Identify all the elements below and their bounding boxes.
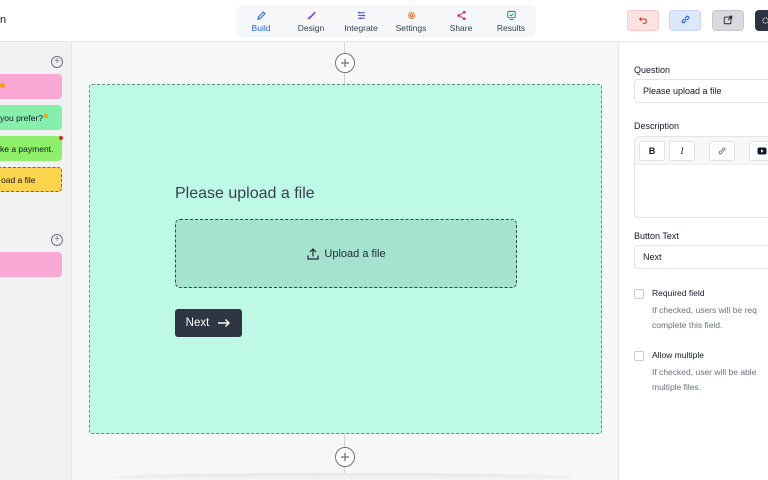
next-button[interactable]: Next [175,309,242,337]
required-label: Required field [652,288,705,298]
required-help: If checked, users will be req complete t… [652,305,757,330]
gear-icon [761,12,768,30]
format-toolbar: B I [635,137,768,165]
tab-label: Build [251,23,271,33]
preview-button[interactable] [712,10,744,31]
bold-icon: B [648,146,656,156]
tab-integrate[interactable]: Integrate [336,5,386,37]
allow-multiple-checkbox[interactable] [634,351,644,361]
copy-link-button[interactable] [669,10,701,31]
block-label: oad a file [1,174,36,185]
description-label: Description [634,121,680,131]
tab-results[interactable]: Results [486,5,536,37]
block-item[interactable] [0,74,62,99]
emoji-icon [44,114,48,118]
upload-dropzone[interactable]: Upload a file [175,219,517,288]
brush-icon [305,9,317,21]
pencil-icon [255,9,267,21]
block-label: ke a payment. [0,143,54,154]
upload-label: Upload a file [324,247,386,260]
next-block-shadow [113,473,573,480]
emoji-icon [0,83,5,88]
question-card[interactable]: Please upload a file Upload a file Next [89,84,602,434]
question-label: Question [634,65,671,75]
upload-icon [307,247,320,260]
add-block-above-button[interactable] [335,53,355,73]
tab-label: Design [297,23,325,33]
allow-multiple-label: Allow multiple [652,350,704,360]
required-marker [59,136,63,140]
plus-icon [341,59,349,67]
tab-design[interactable]: Design [286,5,336,37]
insert-video-button[interactable] [749,141,768,161]
tab-label: Settings [395,23,427,33]
tab-build[interactable]: Build [236,5,286,37]
block-label: you prefer? [0,112,43,123]
share-icon [455,9,467,21]
blocks-sidebar: + you prefer? ke a payment. oad a file + [0,43,72,480]
undo-icon [638,12,648,30]
results-icon [505,9,517,21]
sliders-icon [355,9,367,21]
tab-settings[interactable]: Settings [386,5,436,37]
add-block-below-button[interactable] [335,447,355,467]
connector-line [344,43,345,53]
tab-label: Integrate [344,23,378,33]
question-input[interactable]: Please upload a file [634,79,768,103]
link-icon [718,147,726,155]
connector-line [344,434,345,447]
description-editor[interactable]: B I [634,136,768,218]
block-item[interactable] [0,252,62,277]
tab-label: Results [496,23,526,33]
bold-button[interactable]: B [639,141,665,161]
brand-name: n [0,14,7,26]
question-title[interactable]: Please upload a file [175,185,315,203]
gear-icon [405,9,417,21]
required-checkbox[interactable] [634,289,644,299]
insert-link-button[interactable] [709,141,735,161]
external-link-icon [723,12,733,30]
allow-multiple-help: If checked, user will be able multiple f… [652,367,757,392]
settings-button[interactable] [755,10,768,31]
top-bar: n Build Design Integrate Settings Share … [0,0,768,42]
add-block-icon[interactable]: + [51,234,63,246]
form-canvas: Please upload a file Upload a file Next [73,43,617,480]
block-item[interactable]: you prefer? [0,105,62,130]
next-label: Next [185,317,210,329]
link-icon [680,12,691,30]
arrow-right-icon [218,319,231,327]
block-item-selected[interactable]: oad a file [0,167,62,192]
block-item[interactable]: ke a payment. [0,136,62,161]
youtube-icon [757,147,767,155]
italic-button[interactable]: I [669,141,695,161]
button-text-input[interactable]: Next [634,245,768,269]
button-text-label: Button Text [634,231,679,241]
tab-label: Share [449,23,473,33]
main-nav: Build Design Integrate Settings Share Re… [236,5,536,37]
add-block-icon[interactable]: + [51,56,63,68]
tab-share[interactable]: Share [436,5,486,37]
block-settings-panel: Question Please upload a file Descriptio… [618,43,768,480]
plus-icon [341,453,349,461]
italic-icon: I [680,146,684,156]
undo-button[interactable] [627,10,659,31]
connector-line [344,73,345,84]
